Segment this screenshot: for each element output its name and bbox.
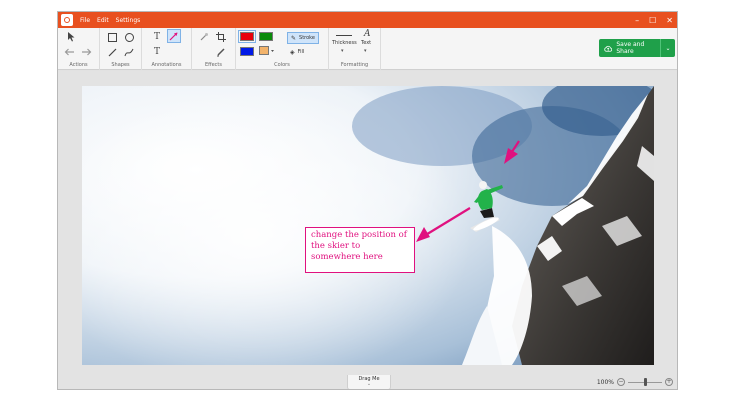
zoom-in-icon[interactable]: + (665, 378, 673, 386)
highlighter-icon[interactable] (214, 45, 228, 59)
freehand-icon[interactable] (122, 45, 136, 59)
redo-arrow-icon[interactable] (79, 45, 93, 59)
group-annotations: T T Annotations (142, 28, 192, 70)
fill-option[interactable]: ◈ Fill (287, 46, 307, 58)
drag-grip-icon: ⌄ (366, 381, 372, 387)
menu-settings[interactable]: Settings (116, 17, 141, 24)
save-and-share-button[interactable]: Save and Share ⌄ (599, 39, 675, 57)
save-and-share-main[interactable]: Save and Share (599, 39, 661, 57)
save-dropdown-chevron-icon[interactable]: ⌄ (661, 45, 675, 52)
maximize-icon[interactable]: ☐ (649, 16, 656, 25)
ellipse-icon[interactable] (122, 30, 136, 44)
arrow-annotation-icon[interactable] (167, 29, 181, 43)
close-icon[interactable]: ✕ (666, 16, 673, 25)
fill-label: Fill (297, 49, 305, 55)
fill-bucket-icon: ◈ (290, 48, 295, 56)
ribbon-toolbar: Actions Shapes T T Annotations Effects ✎… (58, 28, 677, 70)
group-label-colors: Colors (274, 62, 290, 68)
window-controls: – ☐ ✕ (635, 12, 673, 28)
color-swatch-red[interactable] (238, 30, 256, 43)
canvas-area: change the position of the skier to some… (58, 71, 677, 375)
text-small-icon[interactable]: T (150, 45, 164, 59)
zoom-control: 100% − + (597, 378, 673, 386)
palette-picker-icon[interactable] (258, 44, 276, 58)
line-icon[interactable] (105, 45, 119, 59)
group-actions: Actions (58, 28, 100, 70)
app-logo-icon (61, 14, 73, 26)
group-effects: Effects (192, 28, 236, 70)
thickness-dropdown-icon[interactable]: ▾ (341, 48, 344, 54)
app-window: File Edit Settings – ☐ ✕ Actions Shapes … (57, 11, 678, 390)
annotation-arrow-lower (416, 207, 471, 242)
menu-bar: File Edit Settings (80, 12, 140, 28)
status-bar: Drag Me ⌄ 100% − + (58, 375, 677, 389)
font-icon: A (364, 29, 371, 39)
text-dropdown-icon[interactable]: ▾ (364, 48, 367, 54)
edited-image[interactable] (82, 86, 654, 365)
annotation-callout[interactable]: change the position of the skier to some… (305, 227, 415, 273)
color-swatch-green[interactable] (259, 32, 273, 41)
stroke-pen-icon: ✎ (291, 34, 297, 42)
color-swatch-blue[interactable] (240, 47, 254, 56)
minimize-icon[interactable]: – (635, 16, 639, 25)
title-bar: File Edit Settings – ☐ ✕ (58, 12, 677, 28)
undo-arrow-icon[interactable] (62, 45, 76, 59)
select-cursor-icon[interactable] (64, 30, 78, 44)
zoom-slider-thumb[interactable] (643, 378, 647, 386)
group-label-formatting: Formatting (340, 62, 369, 68)
zoom-out-icon[interactable]: − (617, 378, 625, 386)
text-format-label[interactable]: Text (361, 40, 371, 46)
thickness-label[interactable]: Thickness (332, 40, 357, 46)
group-label-actions: Actions (69, 62, 88, 68)
menu-edit[interactable]: Edit (97, 17, 109, 24)
rectangle-icon[interactable] (105, 30, 119, 44)
group-label-effects: Effects (205, 62, 222, 68)
group-shapes: Shapes (100, 28, 142, 70)
text-tool-icon[interactable]: T (150, 30, 164, 44)
group-label-annotations: Annotations (151, 62, 182, 68)
cloud-upload-icon (604, 45, 613, 52)
thickness-line-icon (336, 35, 352, 36)
stroke-label: Stroke (299, 35, 315, 41)
crop-icon[interactable] (214, 30, 228, 44)
stroke-option[interactable]: ✎ Stroke (287, 32, 319, 44)
annotation-overlay (416, 140, 520, 242)
annotation-arrow-upper (504, 140, 520, 164)
group-label-shapes: Shapes (111, 62, 130, 68)
menu-file[interactable]: File (80, 17, 90, 24)
zoom-level-text: 100% (596, 378, 614, 386)
zoom-slider[interactable] (628, 378, 662, 386)
group-colors: ✎ Stroke ◈ Fill Colors (236, 28, 329, 70)
group-formatting: Thickness ▾ A Text ▾ Formatting (329, 28, 381, 70)
drag-handle[interactable]: Drag Me ⌄ (347, 375, 391, 389)
save-and-share-label: Save and Share (616, 41, 645, 55)
blur-wand-icon[interactable] (197, 30, 211, 44)
